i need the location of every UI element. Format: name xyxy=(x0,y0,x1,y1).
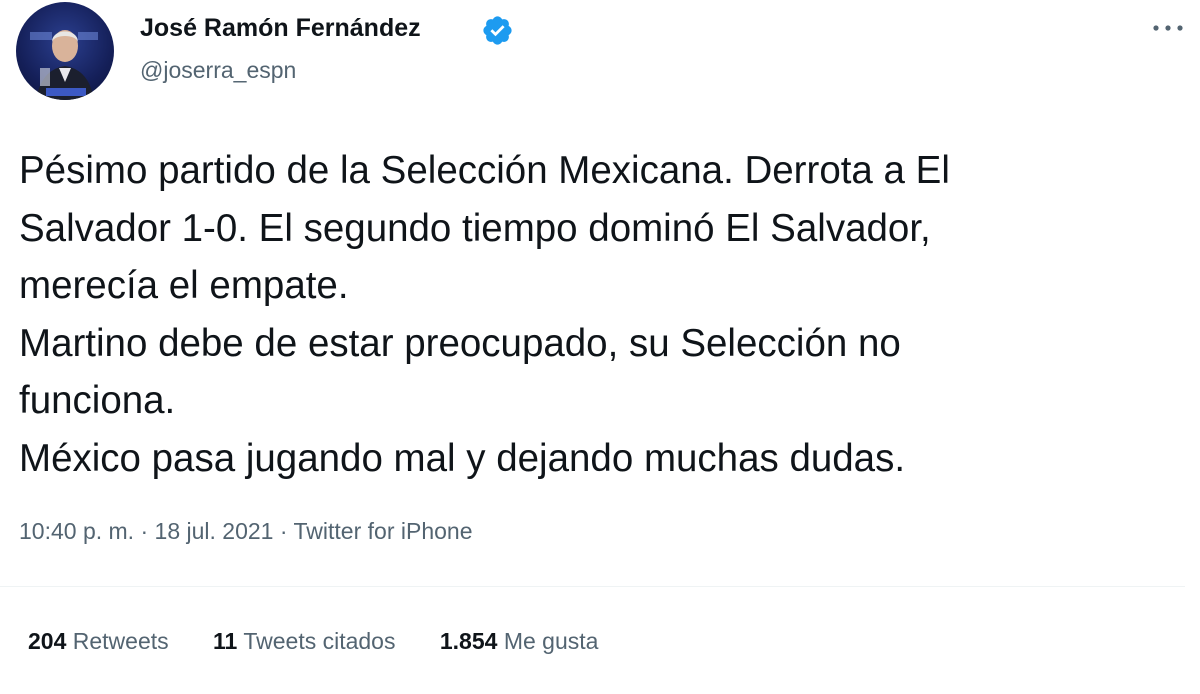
tweet-date[interactable]: 18 jul. 2021 xyxy=(155,518,274,544)
retweets-stat[interactable]: 204 Retweets xyxy=(28,628,169,655)
tweet-text-line: México pasa jugando mal y dejando muchas… xyxy=(19,436,906,480)
tweet-text-line: Pésimo partido de la Selección Mexicana.… xyxy=(19,149,950,192)
verified-badge-icon xyxy=(483,16,512,45)
likes-count: 1.854 xyxy=(439,628,498,654)
author-handle[interactable]: @joserra_espn xyxy=(140,57,296,84)
tweet-text-line: funciona. xyxy=(19,379,176,422)
retweets-label: Retweets xyxy=(72,628,169,654)
tweet-text-line: merecía el empate. xyxy=(19,264,349,307)
likes-stat[interactable]: 1.854 Me gusta xyxy=(440,628,599,655)
tweet-text: Pésimo partido de la Selección Mexicana.… xyxy=(19,142,1189,487)
meta-separator: · xyxy=(279,518,288,544)
divider xyxy=(0,586,1185,587)
tweet-text-line: Martino debe de estar preocupado, su Sel… xyxy=(19,321,901,365)
quotes-label: Tweets citados xyxy=(243,628,396,654)
tweet-metadata: 10:40 p. m. · 18 jul. 2021 · Twitter for… xyxy=(19,518,472,545)
quotes-count: 11 xyxy=(213,628,238,654)
author-name[interactable]: José Ramón Fernández xyxy=(140,14,421,43)
avatar-photo-icon xyxy=(30,30,98,100)
tweet-time[interactable]: 10:40 p. m. xyxy=(19,518,134,544)
quotes-stat[interactable]: 11 Tweets citados xyxy=(213,628,395,655)
meta-separator: · xyxy=(140,518,149,544)
likes-label: Me gusta xyxy=(503,628,599,654)
tweet-source[interactable]: Twitter for iPhone xyxy=(294,518,473,544)
tweet-stats: 204 Retweets 11 Tweets citados 1.854 Me … xyxy=(28,628,636,655)
retweets-count: 204 xyxy=(28,628,67,654)
avatar[interactable] xyxy=(16,2,114,100)
tweet-card: José Ramón Fernández @joserra_espn Pésim… xyxy=(0,0,1200,694)
more-options-icon[interactable] xyxy=(1148,18,1188,38)
tweet-text-line: Salvador 1-0. El segundo tiempo dominó E… xyxy=(19,206,931,250)
